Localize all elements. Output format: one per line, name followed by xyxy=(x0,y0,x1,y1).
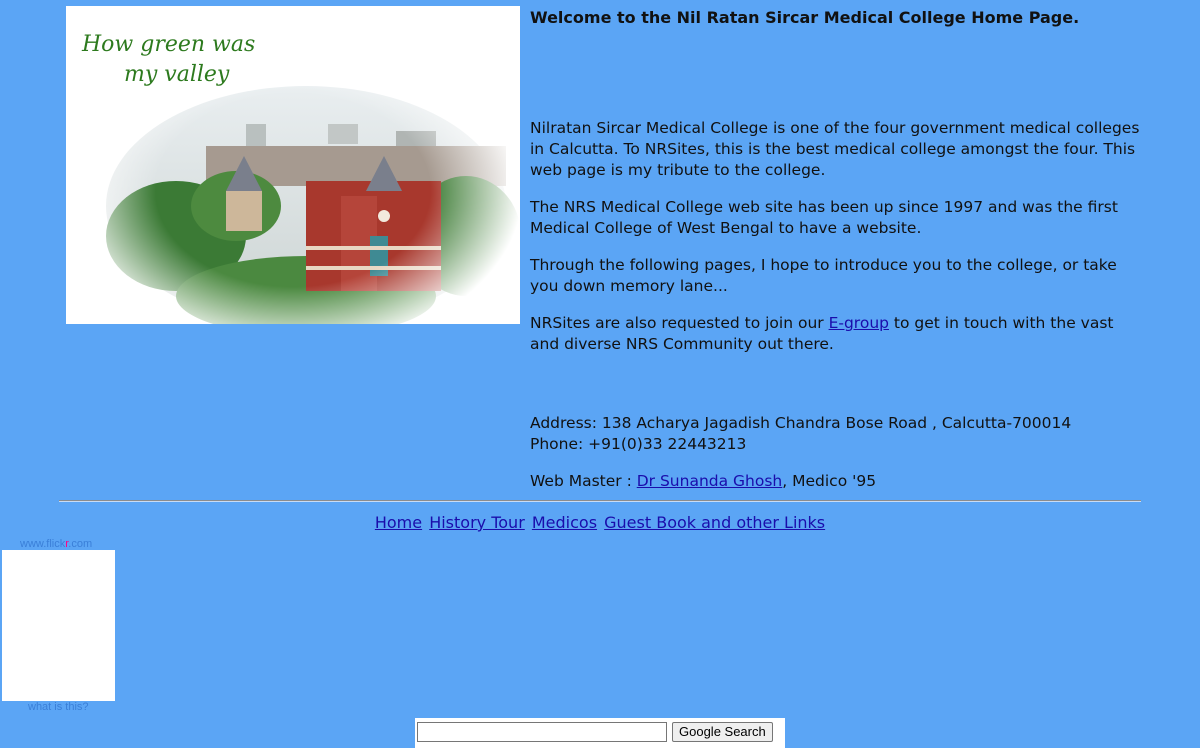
nav-history-tour-link[interactable]: History Tour xyxy=(429,513,525,532)
memory-lane-paragraph: Through the following pages, I hope to i… xyxy=(530,256,1117,295)
webmaster-line: Web Master : Dr Sunanda Ghosh, Medico '9… xyxy=(530,471,1140,492)
google-search-button[interactable]: Google Search xyxy=(672,722,773,742)
flickr-what-is-this-link[interactable]: what is this? xyxy=(28,701,89,713)
footer-nav: Home History Tour Medicos Guest Book and… xyxy=(0,513,1200,532)
search-input[interactable] xyxy=(417,722,667,742)
page-title: Welcome to the Nil Ratan Sircar Medical … xyxy=(530,8,1080,27)
intro-paragraph: Nilratan Sircar Medical College is one o… xyxy=(530,119,1140,179)
college-hero-image: How green was my valley xyxy=(66,6,520,324)
contact-block: Address: 138 Acharya Jagadish Chandra Bo… xyxy=(530,413,1140,455)
nav-medicos-link[interactable]: Medicos xyxy=(532,513,597,532)
phone-text: Phone: +91(0)33 22443213 xyxy=(530,435,747,453)
webmaster-link[interactable]: Dr Sunanda Ghosh xyxy=(637,472,783,490)
horizontal-divider xyxy=(59,500,1141,502)
logo-text-line1: How green was xyxy=(81,32,255,57)
address-text: Address: 138 Acharya Jagadish Chandra Bo… xyxy=(530,414,1072,432)
flickr-link-suffix: .com xyxy=(68,538,93,550)
webmaster-label: Web Master : xyxy=(530,472,637,490)
college-photo-illustration: How green was my valley xyxy=(66,6,520,324)
nav-guestbook-link[interactable]: Guest Book and other Links xyxy=(604,513,825,532)
egroup-text-before: NRSites are also requested to join our xyxy=(530,314,829,332)
egroup-link[interactable]: E-group xyxy=(829,314,889,332)
logo-text-line2: my valley xyxy=(124,62,230,87)
nav-home-link[interactable]: Home xyxy=(375,513,422,532)
flickr-link[interactable]: www.flickr.com xyxy=(20,538,92,550)
egroup-paragraph: NRSites are also requested to join our E… xyxy=(530,313,1140,355)
webmaster-suffix: , Medico '95 xyxy=(782,472,877,490)
website-history-paragraph: The NRS Medical College web site has bee… xyxy=(530,198,1118,237)
flickr-link-prefix: www.flick xyxy=(20,538,66,550)
google-search-box: Google Search xyxy=(415,718,785,748)
main-content: Welcome to the Nil Ratan Sircar Medical … xyxy=(530,8,1140,508)
flickr-badge[interactable] xyxy=(2,550,115,701)
